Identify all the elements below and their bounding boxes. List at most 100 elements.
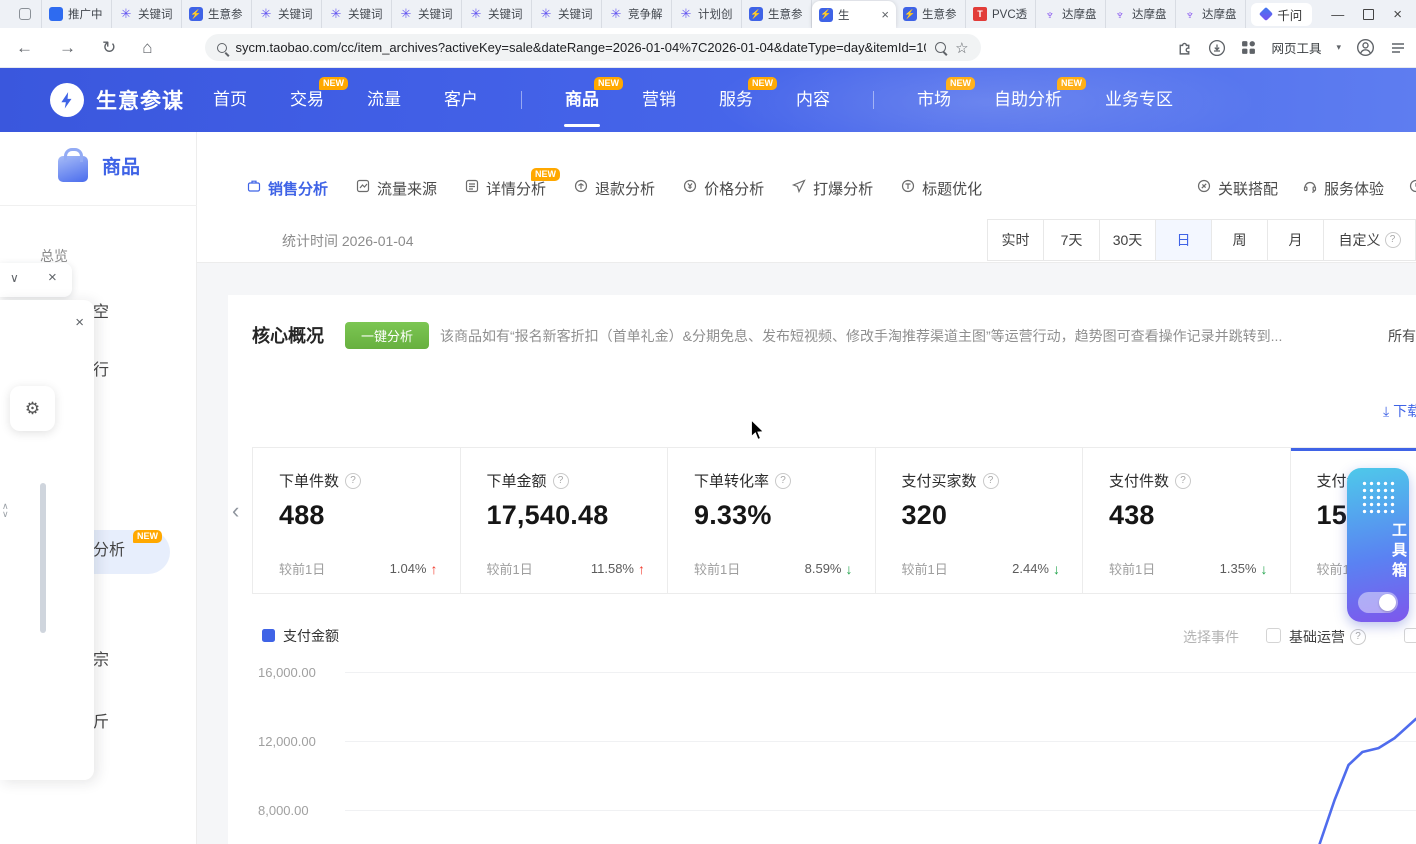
subnav-tab-打爆分析[interactable]: 打爆分析 <box>791 178 873 199</box>
question-icon[interactable] <box>983 473 999 489</box>
back-icon[interactable]: ← <box>16 39 33 56</box>
nav-item-流量[interactable]: 流量 <box>367 68 401 132</box>
subnav-tab-标题优化[interactable]: 标题优化 <box>900 178 982 199</box>
date-button-周[interactable]: 周 <box>1211 219 1268 261</box>
browser-tab-关键词[interactable]: ✳关键词 <box>112 0 182 28</box>
tab-close-icon[interactable]: × <box>881 8 889 21</box>
maximize-button[interactable] <box>1363 9 1374 20</box>
browser-tab-达摩盘[interactable]: ♆达摩盘 <box>1176 0 1246 28</box>
floating-panel[interactable]: × ⚙ ∧∨ <box>0 300 94 780</box>
nav-item-首页[interactable]: 首页 <box>213 68 247 132</box>
sidebar-item-fragment[interactable]: 行 <box>93 356 109 380</box>
browser-tab-关键词[interactable]: ✳关键词 <box>322 0 392 28</box>
nav-item-自助分析[interactable]: 自助分析NEW <box>994 68 1062 132</box>
nav-item-客户[interactable]: 客户 <box>444 68 478 132</box>
brand[interactable]: 生意参谋 <box>50 83 184 117</box>
browser-tab-竞争解[interactable]: ✳竞争解 <box>602 0 672 28</box>
subnav-link-服务体验[interactable]: 服务体验 <box>1302 178 1384 199</box>
browser-tab-达摩盘[interactable]: ♆达摩盘 <box>1036 0 1106 28</box>
sidebar-item-fragment[interactable]: 斤 <box>93 708 109 732</box>
date-button-7天[interactable]: 7天 <box>1043 219 1100 261</box>
menu-icon[interactable] <box>1390 41 1406 55</box>
site-info-icon[interactable] <box>217 43 227 53</box>
subnav-tab-价格分析[interactable]: 价格分析 <box>682 178 764 199</box>
close-window-button[interactable]: × <box>1393 7 1402 22</box>
browser-tab-生意参[interactable]: ⚡生意参 <box>742 0 812 28</box>
all-terms-link[interactable]: 所有 <box>1388 326 1416 346</box>
metric-card-下单金额[interactable]: 下单金额17,540.48较前1日11.58%↑ <box>461 448 669 593</box>
sidebar-item-fragment[interactable]: 分析 <box>93 536 125 560</box>
reload-icon[interactable]: ↻ <box>102 39 116 56</box>
toolbox-toggle[interactable] <box>1358 592 1398 613</box>
scrollbar-thumb[interactable] <box>40 483 46 633</box>
chevron-down-icon[interactable]: ▾ <box>1336 42 1341 53</box>
nav-item-市场[interactable]: 市场NEW <box>917 68 951 132</box>
floating-popup-small[interactable]: ∨ × <box>0 263 72 297</box>
metric-card-下单转化率[interactable]: 下单转化率9.33%较前1日8.59%↓ <box>668 448 876 593</box>
question-icon[interactable] <box>1175 473 1191 489</box>
browser-tab-关键词[interactable]: ✳关键词 <box>252 0 322 28</box>
browser-tab-关键词[interactable]: ✳关键词 <box>392 0 462 28</box>
browser-tab-关键词[interactable]: ✳关键词 <box>532 0 602 28</box>
panel-collapse-chevrons[interactable]: ∧∨ <box>2 502 9 518</box>
toolbox-widget[interactable]: 工具箱 <box>1347 468 1409 622</box>
second-event-checkbox[interactable] <box>1404 628 1416 643</box>
nav-item-交易[interactable]: 交易NEW <box>290 68 324 132</box>
browser-tab-生意参[interactable]: ⚡生意参 <box>182 0 252 28</box>
zoom-page-icon[interactable] <box>935 42 946 53</box>
chevron-down-icon[interactable]: ∨ <box>10 271 19 285</box>
payment-trend-line-chart[interactable] <box>345 650 1416 844</box>
cards-prev-arrow[interactable]: ‹ <box>232 498 239 524</box>
browser-tab-达摩盘[interactable]: ♆达摩盘 <box>1106 0 1176 28</box>
date-button-实时[interactable]: 实时 <box>987 219 1044 261</box>
nav-item-营销[interactable]: 营销 <box>642 68 676 132</box>
question-icon[interactable] <box>553 473 569 489</box>
close-icon[interactable]: × <box>48 269 57 286</box>
home-icon[interactable]: ⌂ <box>142 39 152 56</box>
url-field[interactable]: sycm.taobao.com/cc/item_archives?activeK… <box>205 34 981 61</box>
browser-tab-PVC透[interactable]: TPVC透 <box>966 0 1036 28</box>
subnav-link-关联搭配[interactable]: 关联搭配 <box>1196 178 1278 199</box>
date-button-月[interactable]: 月 <box>1267 219 1324 261</box>
sidebar-item-fragment[interactable]: 空 <box>93 298 109 322</box>
extensions-icon[interactable] <box>1176 39 1193 56</box>
nav-item-内容[interactable]: 内容 <box>796 68 830 132</box>
subnav-tab-销售分析[interactable]: 销售分析 <box>246 178 328 199</box>
metric-card-下单件数[interactable]: 下单件数488较前1日1.04%↑ <box>253 448 461 593</box>
subnav-tab-流量来源[interactable]: 流量来源 <box>355 178 437 199</box>
date-button-30天[interactable]: 30天 <box>1099 219 1156 261</box>
nav-item-业务专区[interactable]: 业务专区 <box>1105 68 1173 132</box>
nav-item-商品[interactable]: 商品NEW <box>565 68 599 132</box>
bookmark-star-icon[interactable]: ☆ <box>955 39 968 57</box>
browser-tab-推广中[interactable]: 推广中 <box>42 0 112 28</box>
question-icon[interactable] <box>775 473 791 489</box>
web-tools-grid-icon[interactable] <box>1241 40 1256 55</box>
browser-tab-关键词[interactable]: ✳关键词 <box>462 0 532 28</box>
profile-avatar-icon[interactable] <box>1356 38 1375 57</box>
base-operation-checkbox[interactable] <box>1266 628 1281 643</box>
download-link[interactable]: ⤓ 下载 <box>1383 401 1416 421</box>
metric-card-支付买家数[interactable]: 支付买家数320较前1日2.44%↓ <box>876 448 1084 593</box>
sidebar-item-fragment[interactable]: 宗 <box>93 646 109 670</box>
browser-tab-计划创[interactable]: ✳计划创 <box>672 0 742 28</box>
metric-card-支付件数[interactable]: 支付件数438较前1日1.35%↓ <box>1083 448 1291 593</box>
close-icon[interactable]: × <box>75 314 84 331</box>
date-button-日[interactable]: 日 <box>1155 219 1212 261</box>
question-icon[interactable] <box>345 473 361 489</box>
settings-gear-icon[interactable]: ⚙ <box>10 386 55 431</box>
subnav-tab-退款分析[interactable]: 退款分析 <box>573 178 655 199</box>
browser-tab-生[interactable]: ⚡生× <box>812 1 896 28</box>
browser-tab[interactable] <box>8 0 42 28</box>
date-button-自定义[interactable]: 自定义 <box>1323 219 1416 261</box>
one-click-analyze-button[interactable]: 一键分析 <box>345 322 429 349</box>
question-icon[interactable] <box>1350 629 1366 645</box>
url-text[interactable]: sycm.taobao.com/cc/item_archives?activeK… <box>236 40 927 55</box>
forward-icon[interactable]: → <box>59 39 76 56</box>
subnav-link-clock[interactable] <box>1408 178 1416 198</box>
download-icon[interactable] <box>1208 39 1226 57</box>
subnav-tab-详情分析[interactable]: 详情分析NEW <box>464 178 546 199</box>
browser-tab-生意参[interactable]: ⚡生意参 <box>896 0 966 28</box>
web-tools-label[interactable]: 网页工具 <box>1271 38 1321 57</box>
assistant-button[interactable]: 千问 <box>1251 3 1312 26</box>
nav-item-服务[interactable]: 服务NEW <box>719 68 753 132</box>
